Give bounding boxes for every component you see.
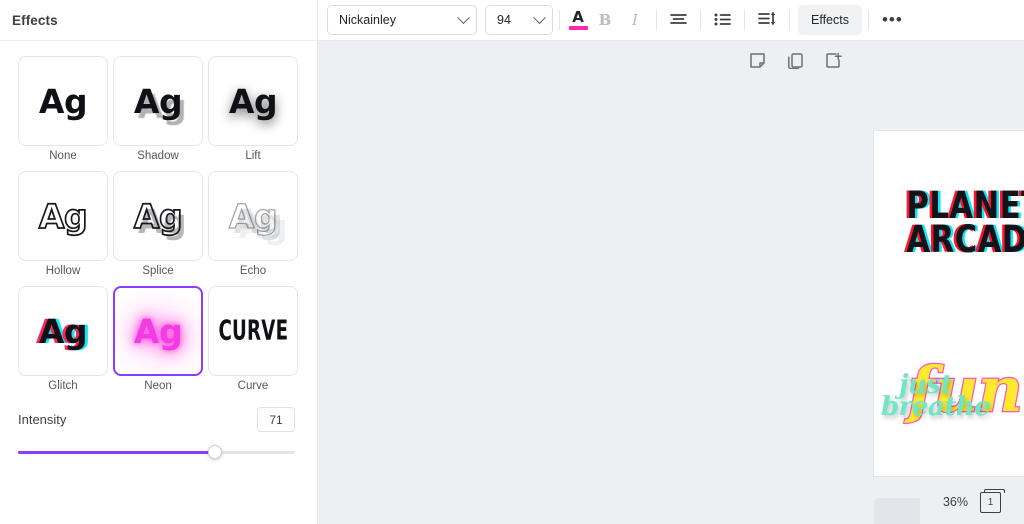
toolbar-divider [700,10,701,30]
artwork-planet-arcadia[interactable]: PLANET ARCADIA [906,187,1024,262]
add-page-button[interactable] [823,52,843,74]
effect-label: Echo [239,265,267,277]
effect-preview-text: Ag [133,311,183,351]
toolbar-divider [867,10,869,30]
panel-title: Effects [12,12,58,28]
intensity-value-input[interactable]: 71 [257,407,295,432]
bullet-list-icon [714,12,731,29]
effects-sidebar: Effects Ag None Ag Shadow Ag Lift Ag Hol… [0,0,318,524]
effect-preview-glitch[interactable]: Ag [18,286,108,376]
artwork-planet-line2: ARCADIA [906,218,1024,262]
effect-preview-curve[interactable]: CURVE [208,286,298,376]
effect-label: Lift [245,150,261,162]
chevron-down-icon [533,10,546,24]
canvas-area[interactable]: Sweet PLANET ARCADIA fun just breathe 24… [318,41,1024,524]
toolbar-divider [744,10,745,30]
bold-button[interactable]: B [590,5,620,35]
intensity-row: Intensity 71 [18,407,295,432]
effect-option-echo[interactable]: Ag Echo [208,171,298,282]
notes-icon [749,52,766,74]
sidebar-header: Effects [0,0,317,41]
effect-option-curve[interactable]: CURVE Curve [208,286,298,397]
text-align-button[interactable] [663,5,694,35]
page-tools [318,52,1024,74]
page-count-indicator[interactable]: 1 [980,488,1006,513]
font-family-value: Nickainley [339,13,396,27]
align-center-icon [670,12,687,29]
line-spacing-icon [758,11,776,29]
bullet-list-button[interactable] [707,5,738,35]
artwork-just-breathe[interactable]: just breathe [881,372,991,420]
toolbar-divider [789,10,790,30]
effect-preview-text: Ag [38,81,88,121]
effect-preview-echo[interactable]: Ag [208,171,298,261]
effect-preview-text: Ag [38,196,88,236]
text-toolbar: Nickainley 94 A B I Effects ••• [318,0,1024,41]
add-page-icon [825,52,842,74]
canva-editor: Effects Ag None Ag Shadow Ag Lift Ag Hol… [0,0,1024,524]
italic-button[interactable]: I [620,5,650,35]
text-color-glyph: A [572,7,584,26]
duplicate-page-button[interactable] [785,53,805,73]
intensity-slider[interactable] [18,445,295,459]
effect-option-splice[interactable]: Ag Splice [113,171,203,282]
effect-option-shadow[interactable]: Ag Shadow [113,56,203,167]
effect-preview-text: Ag [38,311,88,351]
font-size-select[interactable]: 94 [485,5,553,35]
effect-preview-hollow[interactable]: Ag [18,171,108,261]
slider-thumb[interactable] [207,445,222,459]
effect-preview-lift[interactable]: Ag [208,56,298,146]
effect-preview-text: CURVE [218,315,288,347]
design-page[interactable]: Sweet PLANET ARCADIA fun just breathe 24… [874,131,1024,476]
effect-option-lift[interactable]: Ag Lift [208,56,298,167]
line-spacing-button[interactable] [751,5,783,35]
text-color-button[interactable]: A [566,7,590,30]
effect-preview-text: Ag [133,81,183,121]
toolbar-divider [559,10,560,30]
notes-button[interactable] [747,53,767,73]
chevron-down-icon [457,10,470,24]
effect-label: None [49,150,77,162]
artwork-breathe-line2: breathe [881,392,991,422]
more-options-button[interactable]: ••• [875,5,910,35]
duplicate-page-icon [787,52,804,74]
status-bar: 36% 1 [920,480,1024,524]
effect-label: Neon [144,380,172,392]
effect-preview-none[interactable]: Ag [18,56,108,146]
effects-button[interactable]: Effects [798,5,862,35]
effect-option-none[interactable]: Ag None [18,56,108,167]
effects-grid: Ag None Ag Shadow Ag Lift Ag Hollow Ag S… [0,41,317,397]
more-horizontal-icon: ••• [881,10,903,29]
intensity-label: Intensity [18,412,67,427]
text-color-swatch [568,25,588,30]
effect-option-hollow[interactable]: Ag Hollow [18,171,108,282]
effect-preview-text: Ag [228,81,278,121]
effect-label: Curve [237,380,269,392]
font-size-value: 94 [497,13,511,27]
effect-option-glitch[interactable]: Ag Glitch [18,286,108,397]
slider-fill [18,451,215,454]
effect-preview-neon-selected[interactable]: Ag [113,286,203,376]
effect-preview-text: Ag [133,196,183,236]
effect-preview-text: Ag [228,196,278,236]
zoom-level[interactable]: 36% [943,495,968,509]
editor-main: Nickainley 94 A B I Effects ••• PLANE AR… [318,0,1024,524]
effect-label: Hollow [45,265,81,277]
toolbar-divider [656,10,657,30]
effect-label: Glitch [48,380,78,392]
effect-label: Shadow [137,150,179,162]
effect-label: Splice [142,265,174,277]
font-family-select[interactable]: Nickainley [327,5,477,35]
effect-preview-splice[interactable]: Ag [113,171,203,261]
effect-option-neon[interactable]: Ag Neon [113,286,203,397]
effect-preview-shadow[interactable]: Ag [113,56,203,146]
